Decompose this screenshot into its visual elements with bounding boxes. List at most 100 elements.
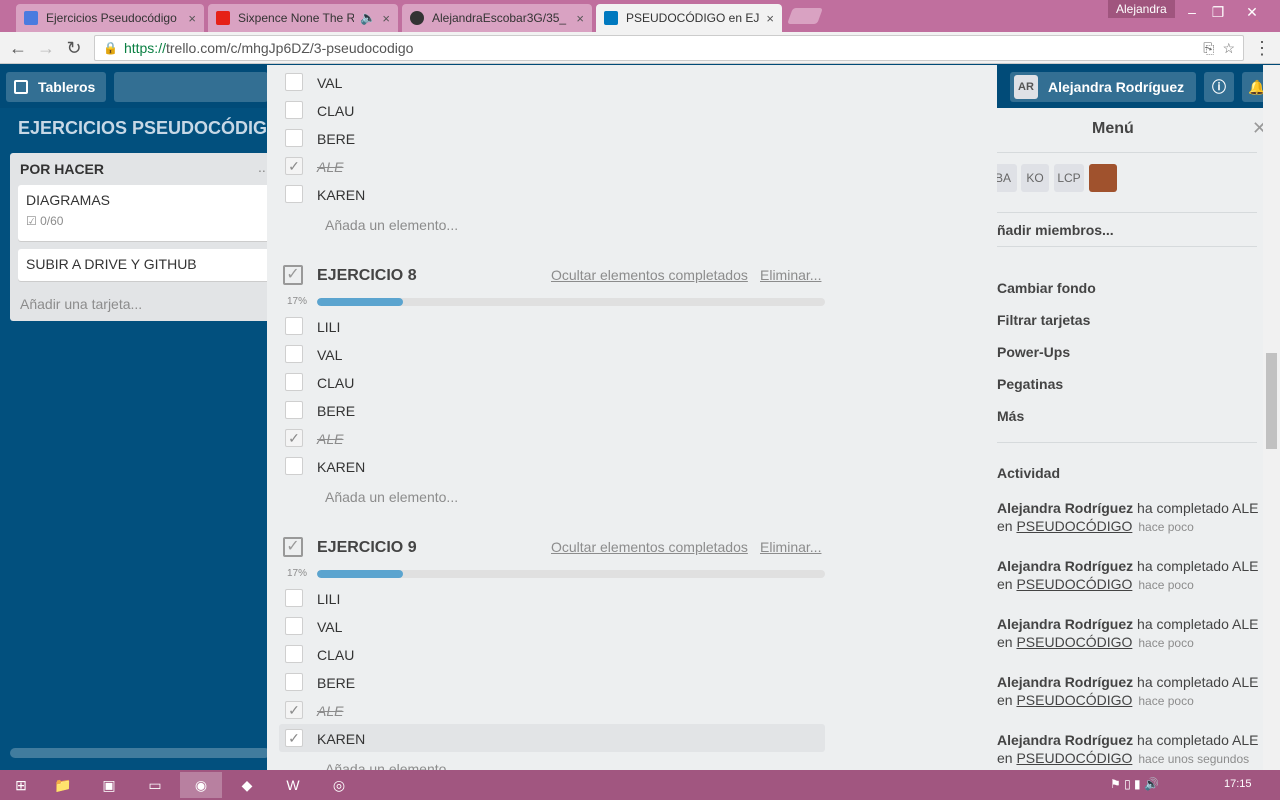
board-title[interactable]: EJERCICIOS PSEUDOCÓDIGO <box>18 118 281 139</box>
browser-user-badge[interactable]: Alejandra <box>1108 0 1175 18</box>
browser-tab[interactable]: Ejercicios Pseudocódigo × <box>16 4 204 32</box>
menu-item-background[interactable]: Cambiar fondo <box>997 280 1096 296</box>
card-subir[interactable]: SUBIR A DRIVE Y GITHUB <box>18 249 280 281</box>
close-window-icon[interactable]: ✕ <box>1240 4 1264 24</box>
checklist-item[interactable]: LILI <box>279 312 825 340</box>
activity-user[interactable]: Alejandra Rodríguez <box>997 674 1133 690</box>
menu-item-powerups[interactable]: Power-Ups <box>997 344 1070 360</box>
close-icon[interactable]: × <box>576 11 584 26</box>
checklist-item[interactable]: ✓ ALE <box>279 696 825 724</box>
checkbox[interactable] <box>285 345 303 363</box>
checkbox[interactable] <box>285 73 303 91</box>
checklist-item[interactable]: ✓ ALE <box>279 152 825 180</box>
app-icon[interactable]: ◎ <box>318 772 360 798</box>
new-tab-button[interactable] <box>787 8 823 24</box>
checklist-item[interactable]: VAL <box>279 612 825 640</box>
close-icon[interactable]: × <box>188 11 196 26</box>
system-tray-icons[interactable]: ⚑ ▯ ▮ 🔊 <box>1110 777 1159 791</box>
checklist-item[interactable]: BERE <box>279 124 825 152</box>
activity-user[interactable]: Alejandra Rodríguez <box>997 500 1133 516</box>
delete-link[interactable]: Eliminar... <box>760 267 821 283</box>
checklist-item[interactable]: KAREN <box>279 180 825 208</box>
browser-menu-icon[interactable]: ⋮ <box>1252 38 1272 59</box>
checkbox[interactable] <box>285 617 303 635</box>
activity-user[interactable]: Alejandra Rodríguez <box>997 616 1133 632</box>
menu-item-stickers[interactable]: Pegatinas <box>997 376 1063 392</box>
browser-tab[interactable]: AlejandraEscobar3G/35_ × <box>402 4 592 32</box>
checkbox[interactable] <box>285 129 303 147</box>
back-icon[interactable]: ← <box>8 38 28 59</box>
translate-icon[interactable]: ⎘ <box>1203 40 1214 57</box>
activity-card-link[interactable]: PSEUDOCÓDIGO <box>1016 518 1132 534</box>
checklist-item[interactable]: LILI <box>279 584 825 612</box>
hide-completed-link[interactable]: Ocultar elementos completados <box>551 539 748 555</box>
start-icon[interactable]: ⊞ <box>0 772 42 798</box>
checklist-item[interactable]: VAL <box>279 340 825 368</box>
speaker-icon[interactable]: 🔈 <box>360 10 376 26</box>
checkbox[interactable] <box>285 645 303 663</box>
checklist-item[interactable]: BERE <box>279 396 825 424</box>
checkbox-hover[interactable]: ✓ <box>285 729 303 747</box>
checklist-title[interactable]: EJERCICIO 8 <box>317 267 417 285</box>
checkbox[interactable] <box>285 673 303 691</box>
add-item-button[interactable]: Añada un elemento... <box>325 761 458 770</box>
checklist-item[interactable]: CLAU <box>279 96 825 124</box>
clock[interactable]: 17:15 <box>1224 778 1252 790</box>
checkbox-checked[interactable]: ✓ <box>285 429 303 447</box>
checkbox[interactable] <box>285 185 303 203</box>
activity-user[interactable]: Alejandra Rodríguez <box>997 558 1133 574</box>
member-avatar[interactable]: KO <box>1021 164 1049 192</box>
add-members-button[interactable]: ñadir miembros... <box>997 222 1114 238</box>
checkbox[interactable] <box>285 401 303 419</box>
info-icon[interactable]: ⓘ <box>1204 72 1234 102</box>
close-icon[interactable]: × <box>382 11 390 26</box>
reload-icon[interactable]: ↻ <box>64 38 84 59</box>
checklist-item[interactable]: CLAU <box>279 368 825 396</box>
activity-card-link[interactable]: PSEUDOCÓDIGO <box>1016 692 1132 708</box>
member-avatar[interactable]: BA <box>997 164 1017 192</box>
user-button[interactable]: AR Alejandra Rodríguez <box>1010 72 1196 102</box>
checklist-item[interactable]: VAL <box>279 68 825 96</box>
menu-item-more[interactable]: Más <box>997 408 1024 424</box>
activity-card-link[interactable]: PSEUDOCÓDIGO <box>1016 634 1132 650</box>
delete-link[interactable]: Eliminar... <box>760 539 821 555</box>
paint-icon[interactable]: ◆ <box>226 772 268 798</box>
star-icon[interactable]: ☆ <box>1222 40 1235 57</box>
member-photo-avatar[interactable] <box>1089 164 1117 192</box>
add-item-button[interactable]: Añada un elemento... <box>325 217 458 233</box>
checkbox-checked[interactable]: ✓ <box>285 157 303 175</box>
add-card-button[interactable]: Añadir una tarjeta... <box>20 296 142 312</box>
close-icon[interactable]: × <box>766 11 774 26</box>
member-avatar[interactable]: LCP <box>1054 164 1084 192</box>
checkbox[interactable] <box>285 317 303 335</box>
browser-tab-active[interactable]: PSEUDOCÓDIGO en EJER × <box>596 4 782 32</box>
checklist-item[interactable]: KAREN <box>279 452 825 480</box>
browser-tab[interactable]: Sixpence None The Ri 🔈 × <box>208 4 398 32</box>
url-input[interactable]: 🔒 https:// trello.com/c/mhgJp6DZ/3-pseud… <box>94 35 1244 61</box>
checklist-item[interactable]: BERE <box>279 668 825 696</box>
terminal-icon[interactable]: ▭ <box>134 772 176 798</box>
app-icon[interactable]: ▣ <box>88 772 130 798</box>
boards-button[interactable]: Tableros <box>6 72 106 102</box>
restore-icon[interactable]: ❐ <box>1206 4 1230 24</box>
checklist-title[interactable]: EJERCICIO 9 <box>317 539 417 557</box>
activity-user[interactable]: Alejandra Rodríguez <box>997 732 1133 748</box>
checklist-item[interactable]: ✓ ALE <box>279 424 825 452</box>
file-explorer-icon[interactable]: 📁 <box>42 772 84 798</box>
board-scrollbar[interactable] <box>10 748 270 758</box>
hide-completed-link[interactable]: Ocultar elementos completados <box>551 267 748 283</box>
search-input[interactable] <box>114 72 268 102</box>
forward-icon[interactable]: → <box>36 38 56 59</box>
scrollbar-thumb[interactable] <box>1266 353 1277 449</box>
add-item-button[interactable]: Añada un elemento... <box>325 489 458 505</box>
word-icon[interactable]: W <box>272 772 314 798</box>
checklist-item-hovered[interactable]: ✓ KAREN <box>279 724 825 752</box>
checkbox-checked[interactable]: ✓ <box>285 701 303 719</box>
activity-card-link[interactable]: PSEUDOCÓDIGO <box>1016 576 1132 592</box>
checkbox[interactable] <box>285 589 303 607</box>
checklist-item[interactable]: CLAU <box>279 640 825 668</box>
page-scrollbar[interactable] <box>1263 65 1280 770</box>
menu-item-filter[interactable]: Filtrar tarjetas <box>997 312 1090 328</box>
chrome-icon[interactable]: ◉ <box>180 772 222 798</box>
checkbox[interactable] <box>285 101 303 119</box>
